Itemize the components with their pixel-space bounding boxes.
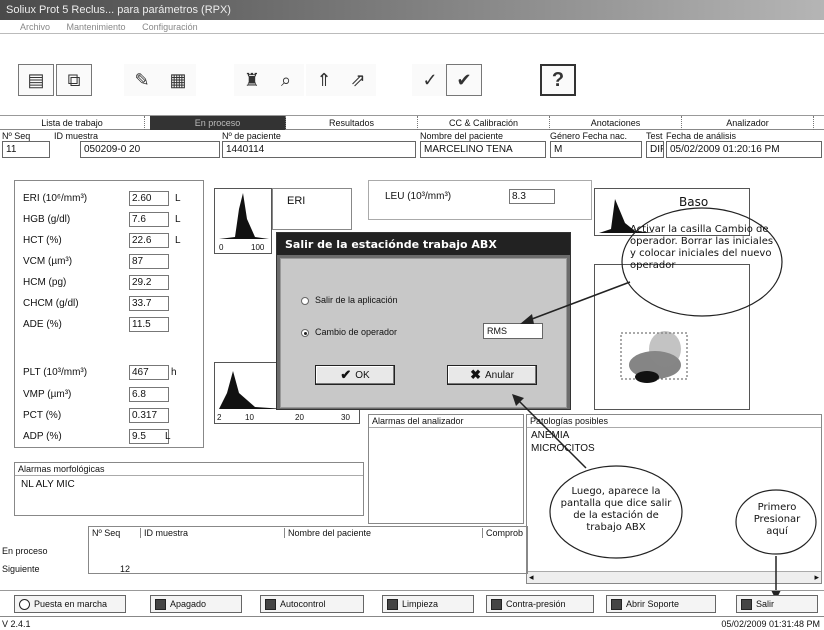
backflush-icon: [491, 598, 502, 610]
backflush-button[interactable]: Contra-presión: [486, 595, 594, 613]
version-text: V 2.4.1: [2, 619, 31, 629]
shutdown-icon: [155, 598, 166, 610]
shutdown-label: Apagado: [170, 599, 207, 609]
annotation-arrows: [512, 207, 817, 600]
startup-label: Puesta en marcha: [34, 599, 108, 609]
arrow-to-operator: [523, 281, 631, 323]
exit-button[interactable]: Salir: [736, 595, 818, 613]
status-datetime: 05/02/2009 01:31:48 PM: [721, 619, 820, 629]
autocontrol-button[interactable]: Autocontrol: [260, 595, 364, 613]
autocontrol-icon: [265, 598, 276, 610]
shutdown-button[interactable]: Apagado: [150, 595, 242, 613]
bottom-button-bar: Puesta en marcha Apagado Autocontrol Lim…: [0, 590, 824, 614]
cleaning-icon: [387, 598, 398, 610]
power-icon: [19, 598, 30, 610]
backflush-label: Contra-presión: [506, 599, 566, 609]
callout-activate: Activar la casilla Cambio de operador. B…: [630, 224, 774, 271]
autocontrol-label: Autocontrol: [280, 599, 326, 609]
startup-button[interactable]: Puesta en marcha: [14, 595, 126, 613]
exit-icon: [741, 598, 752, 610]
open-holder-label: Abrir Soporte: [626, 599, 680, 609]
callout-first: Primero Presionar aquí: [753, 502, 801, 537]
status-bar: V 2.4.1 05/02/2009 01:31:48 PM: [0, 616, 824, 630]
cleaning-label: Limpieza: [402, 599, 439, 609]
arrow-head-operator: [520, 314, 534, 324]
open-holder-button[interactable]: Abrir Soporte: [606, 595, 716, 613]
arrow-to-dialog: [515, 397, 587, 469]
callout-then: Luego, aparece la pantalla que dice sali…: [560, 486, 672, 533]
holder-icon: [611, 598, 622, 610]
cleaning-button[interactable]: Limpieza: [382, 595, 474, 613]
exit-label: Salir: [756, 599, 775, 609]
